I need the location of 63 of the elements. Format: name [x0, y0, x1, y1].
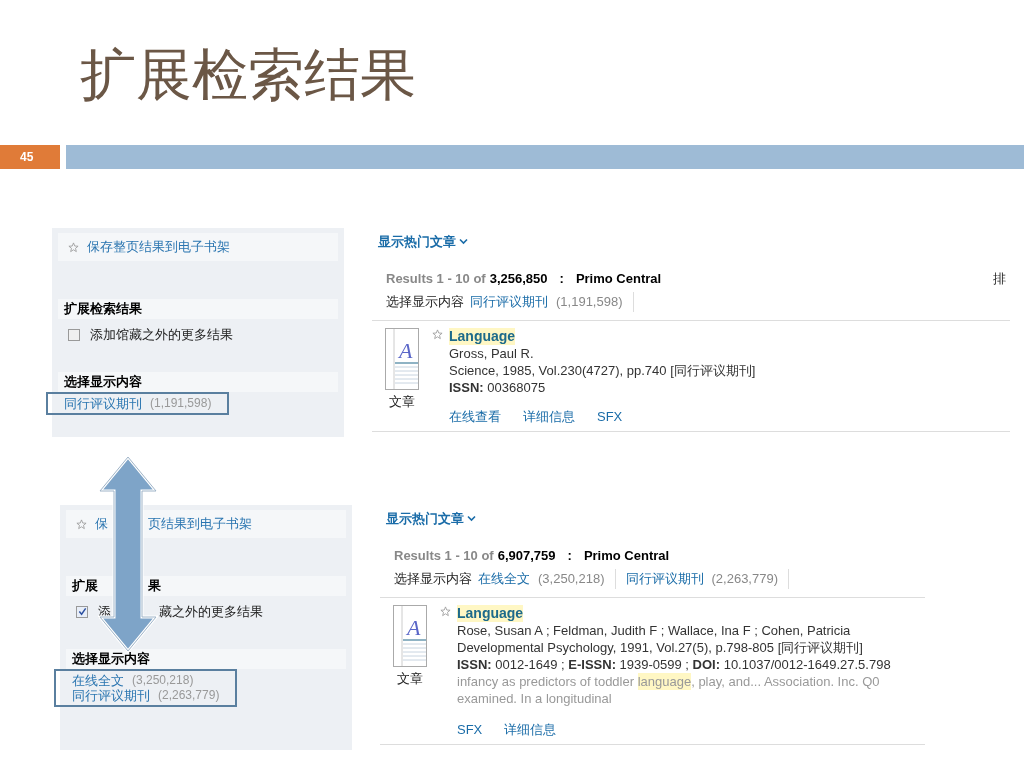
source-name: Primo Central: [583, 546, 670, 565]
snippet-text: examined. In a longitudinal: [457, 689, 612, 707]
facet-count: (1,191,598): [150, 395, 212, 411]
filter-label: 选择显示内容: [394, 570, 472, 588]
sort-label: 排: [993, 269, 1006, 288]
section-heading: 扩展: [72, 577, 98, 596]
popular-articles-link[interactable]: 显示热门文章: [386, 509, 464, 529]
popular-articles-link[interactable]: 显示热门文章: [378, 232, 456, 252]
slide-title: 扩展检索结果: [80, 43, 416, 106]
filter-label: 选择显示内容: [386, 293, 464, 311]
star-icon[interactable]: [68, 241, 79, 253]
record-title[interactable]: Language: [457, 604, 524, 622]
filter-count: (2,263,779): [711, 570, 778, 588]
record-link[interactable]: 在线查看: [449, 407, 501, 425]
check-icon: [77, 607, 87, 617]
results-range: Results 1 - 10 of: [386, 269, 486, 288]
filter-count: (3,250,218): [538, 570, 605, 588]
separator: :: [559, 269, 564, 288]
checkbox-label: 藏之外的更多结果: [159, 603, 263, 621]
record-detail: Science, 1985, Vol.230(4727), pp.740 [同行评议期刊]: [449, 361, 756, 379]
facet-count: (3,250,218): [132, 672, 194, 688]
record-detail: Rose, Susan A ; Feldman, Judith F ; Wallace, Ina F ; Cohen, Patricia: [457, 621, 852, 639]
record-type: 文章: [389, 392, 415, 411]
record-title[interactable]: Language: [449, 327, 516, 345]
checkbox-label: 添加馆藏之外的更多结果: [90, 326, 233, 344]
chevron-down-icon: [459, 238, 468, 246]
record-detail: ISSN: 00368075: [449, 378, 547, 396]
chevron-down-icon: [467, 515, 476, 523]
document-icon: A: [385, 327, 419, 390]
facet-link[interactable]: 在线全文: [72, 672, 124, 688]
star-icon[interactable]: [440, 605, 451, 617]
facet-count: (2,263,779): [158, 687, 220, 703]
section-heading: 选择显示内容: [64, 372, 142, 391]
filter-count: (1,191,598): [556, 293, 623, 311]
page-number: 45: [20, 149, 34, 166]
separator: :: [567, 546, 572, 565]
facet-link[interactable]: 同行评议期刊: [64, 395, 142, 411]
section-heading: 果: [148, 577, 161, 596]
snippet-text: , play, and... Association. Inc. Q0: [691, 672, 880, 690]
record-link[interactable]: SFX: [597, 407, 623, 425]
star-icon[interactable]: [76, 518, 87, 530]
results-total: 3,256,850: [489, 269, 548, 288]
record-link[interactable]: 详细信息: [504, 720, 557, 738]
checkbox[interactable]: [68, 328, 80, 341]
record-link[interactable]: SFX: [457, 720, 483, 738]
star-icon[interactable]: [432, 328, 443, 340]
facet-link[interactable]: 同行评议期刊: [72, 687, 150, 703]
results-total: 6,907,759: [497, 546, 556, 565]
filter-link[interactable]: 同行评议期刊: [470, 292, 548, 312]
section-heading: 选择显示内容: [72, 649, 150, 668]
record-link[interactable]: 详细信息: [523, 407, 575, 425]
record-type: 文章: [397, 669, 423, 688]
source-name: Primo Central: [575, 269, 662, 288]
filter-link[interactable]: 在线全文: [478, 569, 530, 589]
record-detail: Developmental Psychology, 1991, Vol.27(5), p.798-805 [同行评议期刊]: [457, 638, 864, 656]
section-heading: 扩展检索结果: [64, 300, 142, 319]
results-range: Results 1 - 10 of: [394, 546, 494, 565]
record-detail: ISSN: 0012-1649 ; E-ISSN: 1939-0599 ; DOI: 10.1037/0012-1649.27.5.798: [457, 655, 891, 673]
record-detail: Gross, Paul R.: [449, 344, 535, 362]
checkbox[interactable]: [76, 605, 88, 618]
document-icon: A: [393, 604, 427, 667]
snippet-text: infancy as predictors of toddler: [457, 672, 636, 690]
filter-link[interactable]: 同行评议期刊: [625, 569, 704, 589]
